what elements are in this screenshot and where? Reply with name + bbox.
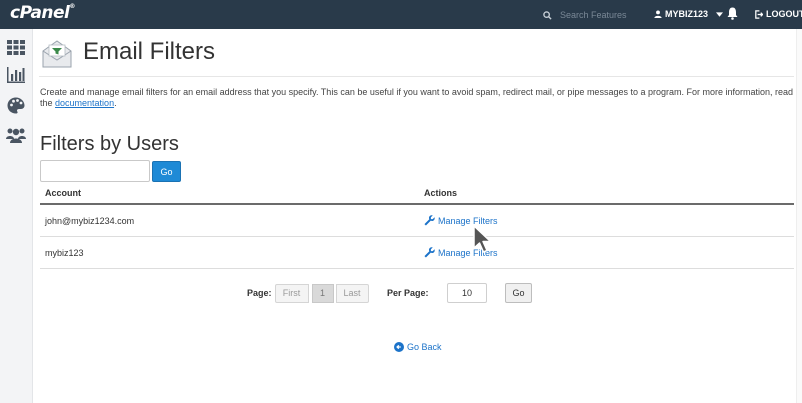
grid-icon: [7, 39, 25, 55]
filter-search-input[interactable]: [40, 160, 150, 182]
logout-button[interactable]: LOGOUT: [754, 9, 802, 19]
page-title: Email Filters: [83, 38, 216, 65]
per-page-input[interactable]: 10: [447, 283, 487, 303]
last-page-button[interactable]: Last: [335, 283, 369, 303]
column-account[interactable]: Account: [45, 188, 81, 198]
search-icon: [543, 10, 552, 20]
filters-by-users-heading: Filters by Users: [40, 133, 179, 155]
wrench-icon: [424, 247, 435, 258]
pagination: Page: First 1 Last: [247, 283, 369, 303]
mouse-cursor-icon: [473, 225, 492, 253]
bar-chart-icon: [7, 67, 25, 83]
logout-icon: [755, 9, 763, 19]
notifications-button[interactable]: [727, 7, 738, 25]
per-page-go-button[interactable]: Go: [505, 283, 532, 303]
caret-down-icon: [716, 11, 724, 17]
first-page-button[interactable]: First: [274, 283, 309, 303]
page-header: Email Filters: [39, 37, 794, 77]
page-label: Page:: [247, 288, 272, 298]
bell-icon: [727, 7, 738, 20]
search-input[interactable]: Search Features: [560, 10, 627, 20]
user-icon: [654, 10, 662, 18]
per-page-label: Per Page:: [387, 288, 429, 298]
logout-label: LOGOUT: [766, 9, 802, 19]
column-actions: Actions: [424, 188, 458, 198]
sidebar-item-themes[interactable]: [6, 95, 26, 115]
wrench-icon: [424, 215, 435, 226]
scrollbar[interactable]: [796, 29, 802, 403]
palette-icon: [7, 97, 25, 113]
search-features[interactable]: Search Features: [543, 7, 627, 23]
page-description: Create and manage email filters for an e…: [40, 87, 794, 108]
username-label: MYBIZ123: [665, 9, 709, 19]
sidebar-item-users[interactable]: [6, 125, 26, 145]
top-navbar: cPanel® Search Features MYBIZ123 LOGOUT: [0, 0, 802, 29]
table-header: Account Actions: [40, 185, 794, 205]
go-back-link[interactable]: Go Back: [394, 342, 442, 352]
sidebar-item-stats[interactable]: [6, 65, 26, 85]
sidebar-item-home[interactable]: [6, 37, 26, 57]
email-filter-icon: [42, 40, 72, 68]
account-cell: john@mybiz1234.com: [45, 216, 135, 226]
main-content: Email Filters Create and manage email fi…: [33, 29, 802, 403]
filter-go-button[interactable]: Go: [152, 161, 181, 182]
arrow-left-circle-icon: [394, 342, 404, 352]
sidebar: [0, 29, 33, 403]
account-cell: mybiz123: [45, 248, 84, 258]
filters-table: Account Actions john@mybiz1234.com Manag…: [40, 185, 794, 269]
table-row: mybiz123 Manage Filters: [40, 237, 794, 269]
user-menu[interactable]: MYBIZ123: [654, 9, 724, 19]
cpanel-logo[interactable]: cPanel®: [10, 3, 75, 23]
table-row: john@mybiz1234.com Manage Filters: [40, 205, 794, 237]
documentation-link[interactable]: documentation: [55, 98, 114, 108]
users-icon: [6, 128, 26, 143]
current-page-button[interactable]: 1: [311, 283, 334, 303]
